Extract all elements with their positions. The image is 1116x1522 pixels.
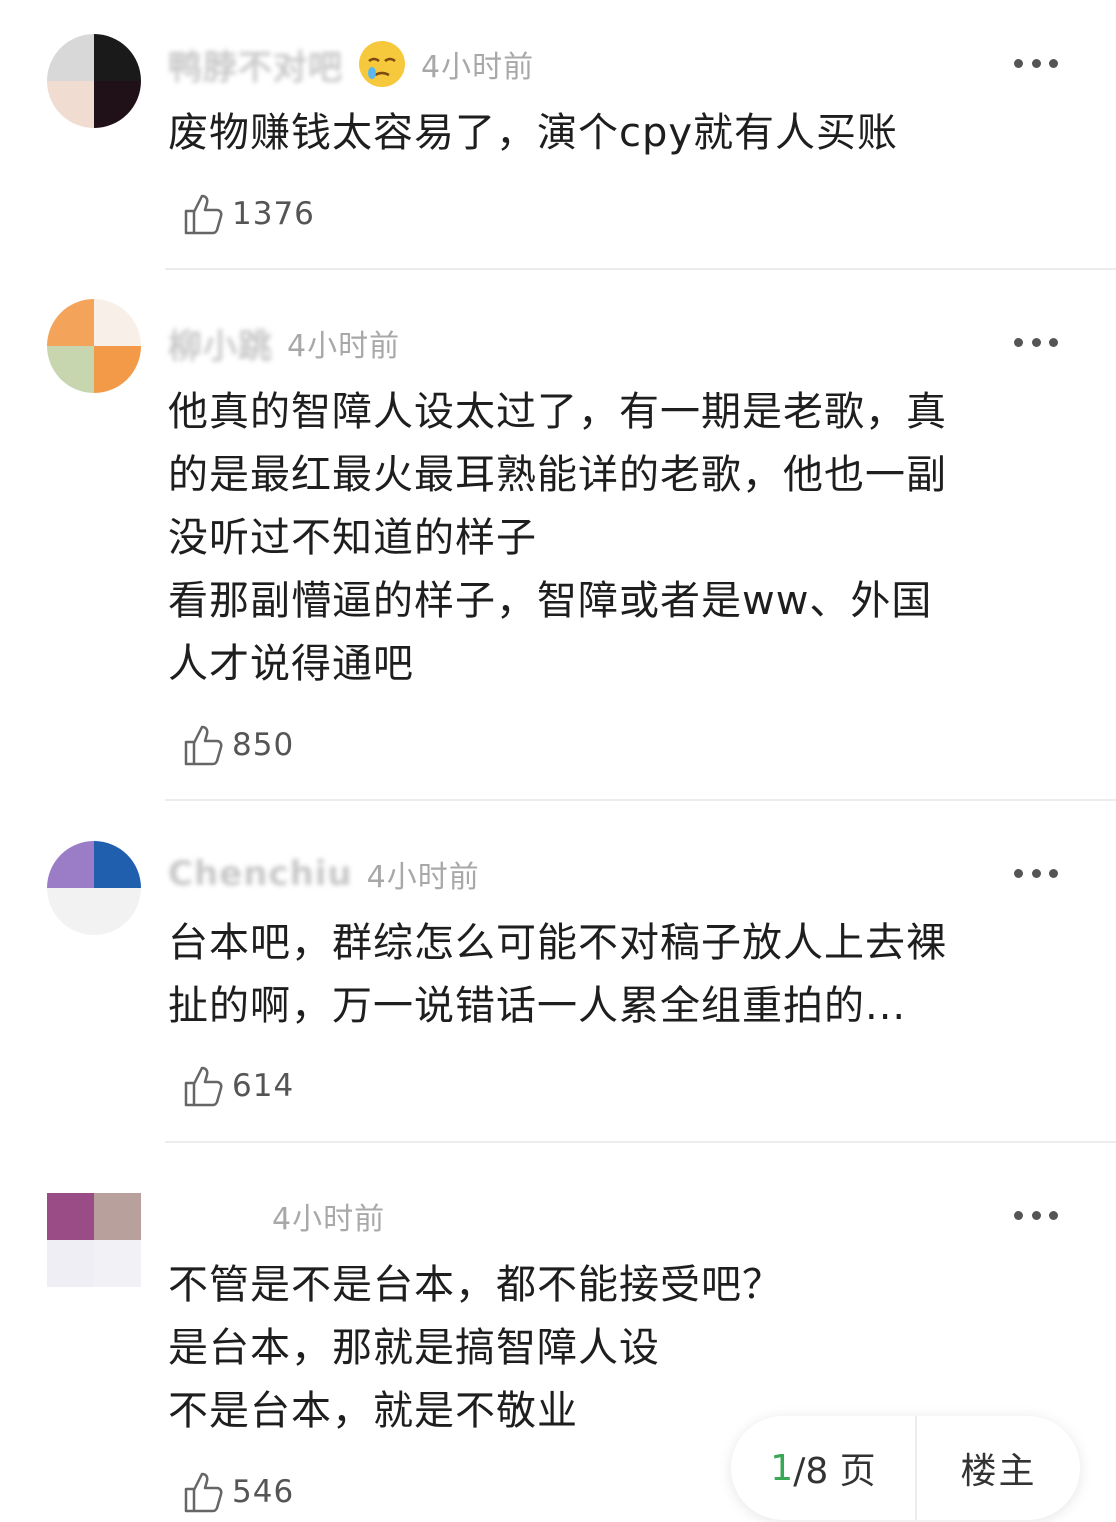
like-count: 1376 [232, 196, 315, 232]
more-options-icon[interactable] [1014, 336, 1058, 348]
comment-text: 他真的智障人设太过了，有一期是老歌，真 的是最红最火最耳熟能详的老歌，他也一副 … [168, 389, 947, 687]
like-button[interactable]: 614 [180, 1060, 294, 1112]
avatar[interactable] [47, 841, 141, 935]
avatar-tile [94, 888, 141, 935]
avatar-tile [47, 888, 94, 935]
avatar-tile [94, 1240, 141, 1287]
avatar[interactable] [47, 34, 141, 128]
comment-time: 4小时前 [366, 860, 480, 895]
username[interactable]: Chenchiu [168, 854, 353, 894]
page-indicator[interactable]: 1/8 页 [731, 1416, 917, 1520]
sleepy-face-icon [357, 39, 407, 89]
total-pages: /8 页 [793, 1451, 876, 1492]
comment-time: 4小时前 [287, 329, 401, 364]
comment-time: 4小时前 [421, 50, 535, 85]
avatar-tile [94, 346, 141, 393]
thumbs-up-icon [180, 1469, 226, 1515]
more-options-icon[interactable] [1014, 57, 1058, 69]
comment-time: 4小时前 [272, 1202, 386, 1237]
avatar-tile [94, 841, 141, 888]
username[interactable]: 柳小跳 [168, 319, 273, 368]
username[interactable]: 鸭脖不对吧 [168, 40, 343, 89]
like-button[interactable]: 546 [180, 1466, 294, 1518]
avatar-tile [47, 299, 94, 346]
avatar-tile [47, 1193, 94, 1240]
thumbs-up-icon [180, 1063, 226, 1109]
current-page: 1 [770, 1447, 794, 1489]
divider [165, 1141, 1116, 1143]
avatar-tile [47, 81, 94, 128]
divider [165, 799, 1116, 801]
divider [165, 268, 1116, 270]
avatar[interactable] [47, 1193, 141, 1287]
comment-text: 废物赚钱太容易了，演个cpy就有人买账 [168, 110, 899, 156]
avatar-tile [47, 346, 94, 393]
like-count: 546 [232, 1474, 295, 1510]
avatar-tile [94, 299, 141, 346]
thumbs-up-icon [180, 722, 226, 768]
thumbs-up-icon [180, 191, 226, 237]
like-count: 614 [232, 1068, 295, 1104]
avatar-tile [94, 1193, 141, 1240]
avatar-tile [47, 34, 94, 81]
more-options-icon[interactable] [1014, 867, 1058, 879]
host-only-button[interactable]: 楼主 [917, 1416, 1080, 1520]
page-navigator: 1/8 页 楼主 [731, 1416, 1080, 1520]
like-button[interactable]: 1376 [180, 188, 315, 240]
avatar[interactable] [47, 299, 141, 393]
like-count: 850 [232, 727, 295, 763]
avatar-tile [47, 1240, 94, 1287]
avatar-tile [94, 34, 141, 81]
like-button[interactable]: 850 [180, 719, 294, 771]
comment-text: 台本吧，群综怎么可能不对稿子放人上去裸 扯的啊，万一说错话一人累全组重拍的... [168, 920, 947, 1029]
avatar-tile [47, 841, 94, 888]
more-options-icon[interactable] [1014, 1209, 1058, 1221]
comment-text: 不管是不是台本，都不能接受吧？ 是台本，那就是搞智障人设 不是台本，就是不敬业 [168, 1262, 783, 1434]
avatar-tile [94, 81, 141, 128]
